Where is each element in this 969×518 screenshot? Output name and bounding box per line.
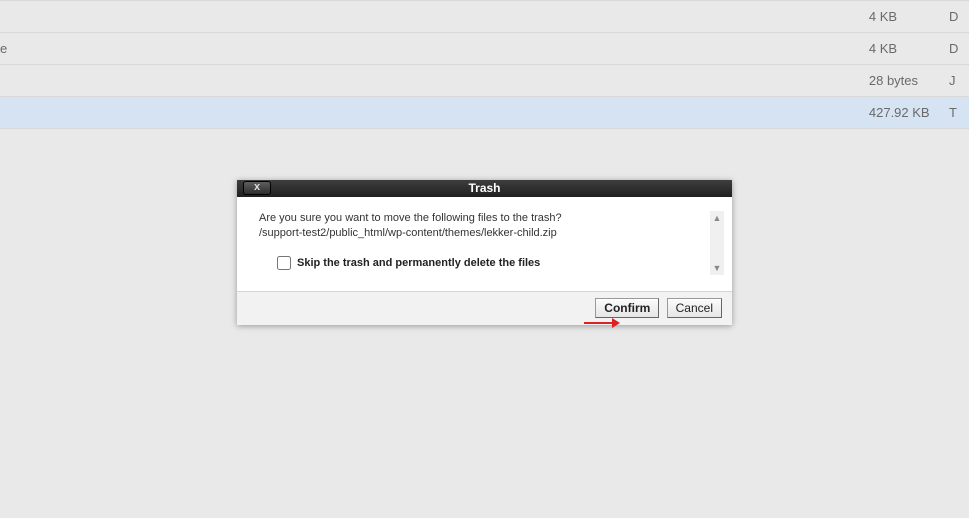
skip-trash-checkbox[interactable] [277,256,291,270]
skip-trash-label: Skip the trash and permanently delete th… [297,257,540,269]
file-type-cell: J [949,65,969,97]
table-row[interactable]: 427.92 KBT [0,97,969,129]
dialog-footer: Confirm Cancel [237,291,732,325]
file-size-cell: 427.92 KB [859,97,949,129]
file-type-cell: D [949,1,969,33]
file-type-cell: D [949,33,969,65]
dialog-title: Trash [468,181,500,195]
trash-dialog: x Trash Are you sure you want to move th… [237,180,732,325]
scroll-up-icon[interactable]: ▲ [710,211,724,225]
scroll-down-icon[interactable]: ▼ [710,261,724,275]
table-row[interactable]: 28 bytesJ [0,65,969,97]
file-size-cell: 4 KB [859,1,949,33]
table-row[interactable]: 4 KBD [0,1,969,33]
close-button[interactable]: x [243,181,271,195]
file-type-cell: T [949,97,969,129]
dialog-scrollbar[interactable]: ▲ ▼ [710,211,724,275]
dialog-body: Are you sure you want to move the follow… [237,197,732,291]
file-size-cell: 4 KB [859,33,949,65]
file-name-cell [0,65,859,97]
file-table: 4 KBDe4 KBD28 bytesJ427.92 KBT [0,0,969,129]
table-row[interactable]: e4 KBD [0,33,969,65]
file-size-cell: 28 bytes [859,65,949,97]
dialog-prompt: Are you sure you want to move the follow… [259,211,710,226]
skip-trash-row: Skip the trash and permanently delete th… [259,253,710,273]
file-name-cell: e [0,33,859,65]
file-name-cell [0,97,859,129]
confirm-button[interactable]: Confirm [595,298,659,318]
file-name-cell [0,1,859,33]
dialog-header: x Trash [237,180,732,197]
cancel-button[interactable]: Cancel [667,298,722,318]
dialog-file-path: /support-test2/public_html/wp-content/th… [259,226,710,241]
